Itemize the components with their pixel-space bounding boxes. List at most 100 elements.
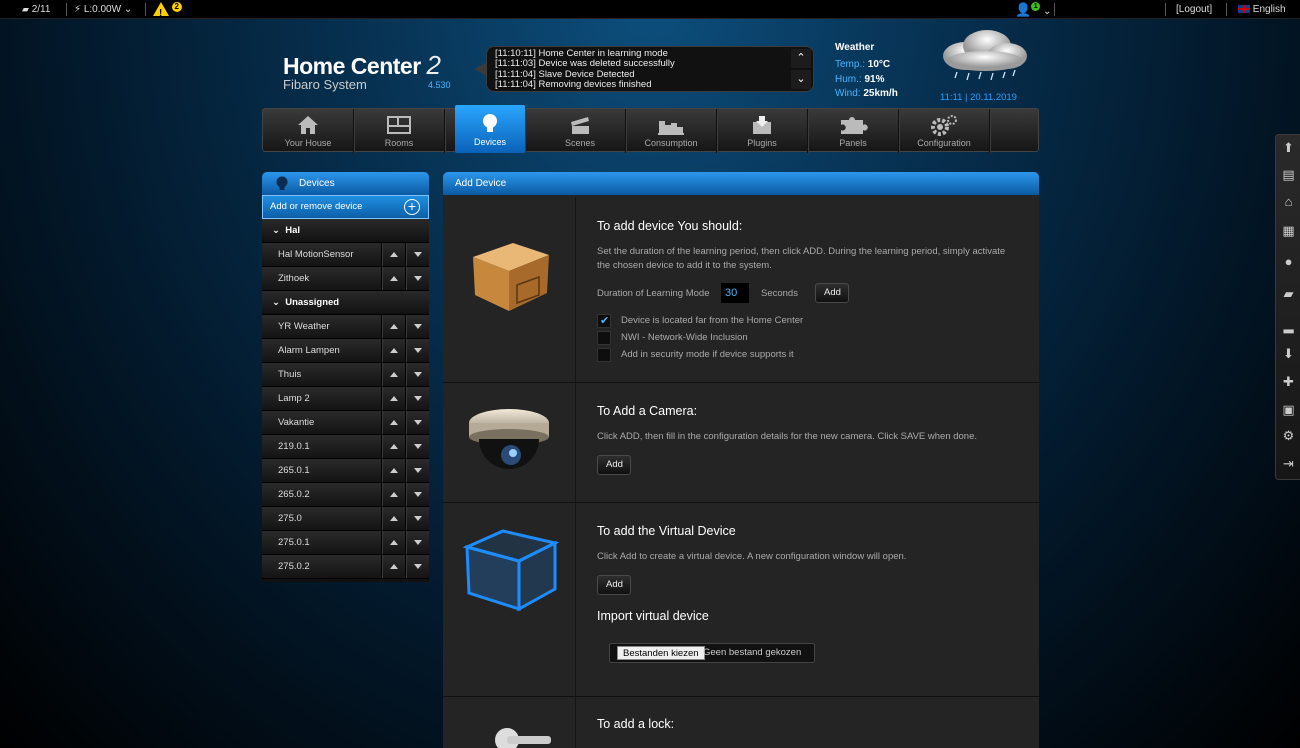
tab-rooms[interactable]: Rooms: [354, 109, 445, 153]
clipboard-check-icon[interactable]: ▣: [1280, 401, 1297, 418]
download-box-icon[interactable]: ⬇: [1280, 345, 1297, 362]
move-down-button[interactable]: [405, 267, 429, 290]
item-label: 275.0.1: [278, 537, 310, 548]
sidebar-group-unassigned[interactable]: ⌄ Unassigned: [262, 291, 429, 315]
nwi-checkbox[interactable]: [597, 331, 611, 345]
tab-devices[interactable]: Devices: [455, 105, 525, 153]
move-down-button[interactable]: [405, 435, 429, 458]
sidebar-item-275-0[interactable]: 275.0: [262, 507, 429, 531]
move-up-button[interactable]: [381, 483, 405, 506]
temp-value: 10°C: [867, 59, 891, 70]
move-up-button[interactable]: [381, 531, 405, 554]
save-icon[interactable]: ▤: [1280, 166, 1297, 183]
log-scroll-down-button[interactable]: ⌄: [791, 70, 811, 89]
sidebar-item-yr-weather[interactable]: YR Weather: [262, 315, 429, 339]
move-down-button[interactable]: [405, 531, 429, 554]
sidebar-item-thuis[interactable]: Thuis: [262, 363, 429, 387]
tab-label: Devices: [473, 137, 506, 147]
add-camera-heading: To Add a Camera:: [597, 404, 698, 418]
move-up-button[interactable]: [381, 459, 405, 482]
sidebar-item-265-0-1[interactable]: 265.0.1: [262, 459, 429, 483]
chart-icon[interactable]: ▂: [1280, 317, 1297, 334]
move-down-button[interactable]: [405, 243, 429, 266]
move-up-button[interactable]: [381, 267, 405, 290]
sidebar-item-265-0-2[interactable]: 265.0.2: [262, 483, 429, 507]
file-picker[interactable]: Bestanden kiezen Geen bestand gekozen: [609, 643, 815, 663]
move-up-button[interactable]: [381, 339, 405, 362]
move-up-button[interactable]: [381, 387, 405, 410]
rooms-icon[interactable]: ▦: [1280, 222, 1297, 239]
add-virtual-description: Click Add to create a virtual device. A …: [597, 551, 907, 562]
sidebar-item-219-0-1[interactable]: 219.0.1: [262, 435, 429, 459]
move-up-button[interactable]: [381, 411, 405, 434]
log-line: [11:11:04] Removing devices finished: [495, 79, 652, 91]
sidebar-item-lamp-2[interactable]: Lamp 2: [262, 387, 429, 411]
tab-configuration[interactable]: Configuration: [899, 109, 990, 153]
house-icon[interactable]: ⌂: [1280, 193, 1297, 210]
security-mode-checkbox[interactable]: [597, 348, 611, 362]
sidebar-item-275-0-1[interactable]: 275.0.1: [262, 531, 429, 555]
logout-link[interactable]: [Logout]: [1176, 0, 1212, 19]
group-label: Unassigned: [285, 297, 340, 308]
add-remove-device-button[interactable]: Add or remove device +: [262, 195, 429, 219]
sidebar-group-hal[interactable]: ⌄ Hal: [262, 219, 429, 243]
warnings-indicator[interactable]: ! 2: [153, 0, 182, 19]
tab-your-house[interactable]: Your House: [263, 109, 354, 153]
language-selector[interactable]: English: [1238, 0, 1286, 19]
logout-icon[interactable]: ⇥: [1280, 455, 1297, 472]
move-up-button[interactable]: [381, 243, 405, 266]
bulb-icon[interactable]: ●: [1280, 253, 1297, 270]
move-up-button[interactable]: [381, 363, 405, 386]
gear-icon[interactable]: ⚙: [1280, 427, 1297, 444]
item-label: Hal MotionSensor: [278, 249, 354, 260]
power-indicator[interactable]: ⚡ L:0.00W ⌄: [74, 0, 132, 19]
move-down-button[interactable]: [405, 315, 429, 338]
user-menu[interactable]: 👤 1 ⌄: [1015, 0, 1051, 19]
log-scroll-up-button[interactable]: ⌃: [791, 49, 811, 68]
sidebar-item-vakantie[interactable]: Vakantie: [262, 411, 429, 435]
clapper-icon[interactable]: ▰: [1280, 285, 1297, 302]
import-virtual-heading: Import virtual device: [597, 609, 709, 623]
move-down-button[interactable]: [405, 555, 429, 578]
home-center-logo[interactable]: Home Center 2 Fibaro System 4.530: [283, 50, 451, 92]
devices-count: 2/11: [31, 4, 51, 15]
devices-indicator[interactable]: ▰ 2/11: [22, 0, 50, 19]
choose-file-button[interactable]: Bestanden kiezen: [617, 646, 705, 660]
tab-label: Panels: [839, 138, 867, 148]
file-status: Geen bestand gekozen: [703, 647, 802, 658]
move-down-button[interactable]: [405, 363, 429, 386]
move-up-button[interactable]: [381, 315, 405, 338]
item-label: Lamp 2: [278, 393, 310, 404]
duration-label: Duration of Learning Mode: [597, 288, 710, 299]
puzzle-icon[interactable]: ✚: [1280, 373, 1297, 390]
add-virtual-button[interactable]: Add: [597, 575, 631, 595]
move-up-button[interactable]: [381, 555, 405, 578]
sidebar-item-zithoek[interactable]: Zithoek: [262, 267, 429, 291]
move-down-button[interactable]: [405, 483, 429, 506]
move-up-button[interactable]: [381, 435, 405, 458]
sidebar-item-275-0-2[interactable]: 275.0.2: [262, 555, 429, 579]
arrow-up-icon[interactable]: ⬆: [1280, 139, 1297, 156]
add-camera-button[interactable]: Add: [597, 455, 631, 475]
tab-consumption[interactable]: Consumption: [626, 109, 717, 153]
virtual-cube-icon: [462, 529, 559, 612]
move-down-button[interactable]: [405, 387, 429, 410]
far-from-hc-checkbox[interactable]: [597, 314, 611, 328]
weather-title: Weather: [835, 42, 875, 53]
sidebar-item-hal-motionsensor[interactable]: Hal MotionSensor: [262, 243, 429, 267]
tab-plugins[interactable]: Plugins: [717, 109, 808, 153]
sidebar-item-alarm-lampen[interactable]: Alarm Lampen: [262, 339, 429, 363]
user-badge: 1: [1031, 2, 1041, 11]
move-down-button[interactable]: [405, 459, 429, 482]
move-up-button[interactable]: [381, 507, 405, 530]
add-lock-section: To add a lock:: [443, 697, 1039, 748]
tab-panels[interactable]: Panels: [808, 109, 899, 153]
move-down-button[interactable]: [405, 507, 429, 530]
add-device-button[interactable]: Add: [815, 283, 849, 303]
tab-label: Scenes: [564, 138, 596, 148]
move-down-button[interactable]: [405, 411, 429, 434]
tab-scenes[interactable]: Scenes: [535, 109, 626, 153]
duration-input[interactable]: 30: [721, 283, 749, 303]
item-label: 219.0.1: [278, 441, 310, 452]
move-down-button[interactable]: [405, 339, 429, 362]
